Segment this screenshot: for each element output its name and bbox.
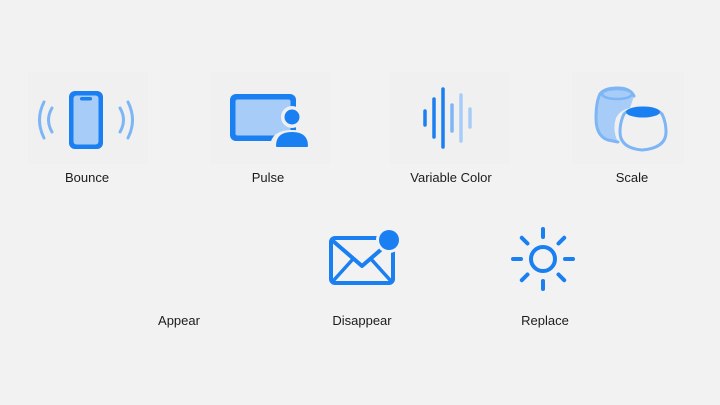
effect-label-pulse: Pulse: [251, 170, 285, 185]
effect-label-disappear: Disappear: [332, 313, 392, 328]
sun-icon: [510, 226, 576, 292]
effect-label-appear: Appear: [158, 313, 200, 328]
waveform-icon: [418, 86, 482, 150]
homepod-pair-icon: [590, 80, 674, 154]
rectangle-inset-person-icon: [226, 90, 312, 150]
iphone-radiowaves-icon: [38, 88, 134, 152]
envelope-badge-icon: [326, 226, 402, 288]
effect-label-replace: Replace: [521, 313, 569, 328]
effect-label-bounce: Bounce: [64, 170, 110, 185]
effect-label-scale: Scale: [615, 170, 649, 185]
effect-label-variable-color: Variable Color: [410, 170, 492, 185]
